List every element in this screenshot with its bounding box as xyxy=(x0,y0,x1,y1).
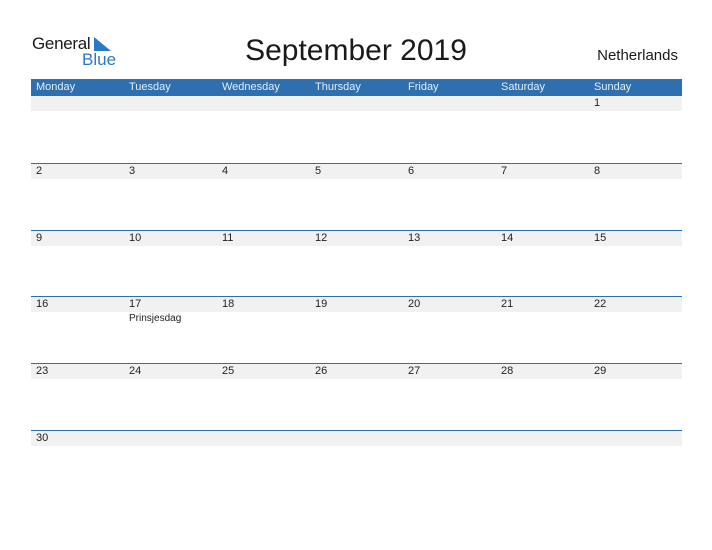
day-number[interactable] xyxy=(217,431,310,446)
day-number[interactable]: 11 xyxy=(217,231,310,246)
day-number[interactable]: 14 xyxy=(496,231,589,246)
weekday-label: Friday xyxy=(408,81,439,93)
day-number[interactable]: 19 xyxy=(310,297,403,312)
day-number[interactable]: 28 xyxy=(496,364,589,379)
day-number[interactable] xyxy=(496,96,589,111)
week-day-numbers: 2345678 xyxy=(31,164,682,179)
weekday-label: Tuesday xyxy=(129,81,171,93)
calendar-week: 1 xyxy=(31,96,682,111)
day-number[interactable]: 4 xyxy=(217,164,310,179)
day-number[interactable] xyxy=(403,96,496,111)
day-number[interactable]: 24 xyxy=(124,364,217,379)
day-number[interactable] xyxy=(31,96,124,111)
calendar-week: 2345678 xyxy=(31,163,682,179)
weekday-label: Thursday xyxy=(315,81,361,93)
day-number[interactable] xyxy=(589,431,682,446)
day-number[interactable] xyxy=(124,431,217,446)
day-number[interactable]: 27 xyxy=(403,364,496,379)
calendar-week: 9 10 11 12 13 14 15 xyxy=(31,230,682,246)
weekday-label: Sunday xyxy=(594,81,632,93)
day-event xyxy=(589,312,682,326)
day-number[interactable]: 8 xyxy=(589,164,682,179)
calendar-week: 30 xyxy=(31,430,682,446)
day-number[interactable]: 16 xyxy=(31,297,124,312)
weekday-label: Saturday xyxy=(501,81,546,93)
day-event xyxy=(403,312,496,326)
day-number[interactable]: 17 xyxy=(124,297,217,312)
week-day-numbers: 23 24 25 26 27 28 29 xyxy=(31,364,682,379)
day-number[interactable]: 23 xyxy=(31,364,124,379)
day-number[interactable]: 20 xyxy=(403,297,496,312)
day-number[interactable] xyxy=(124,96,217,111)
week-day-numbers: 16 17 18 19 20 21 22 xyxy=(31,297,682,312)
day-number[interactable]: 12 xyxy=(310,231,403,246)
day-number[interactable]: 6 xyxy=(403,164,496,179)
calendar-week: 16 17 18 19 20 21 22 Prinsjesdag xyxy=(31,296,682,326)
day-event xyxy=(496,312,589,326)
country-label: Netherlands xyxy=(597,47,678,64)
day-number[interactable]: 10 xyxy=(124,231,217,246)
weekday-label: Monday xyxy=(36,81,76,93)
week-day-numbers: 9 10 11 12 13 14 15 xyxy=(31,231,682,246)
week-day-numbers: 1 xyxy=(31,96,682,111)
day-number[interactable]: 1 xyxy=(589,96,682,111)
day-event xyxy=(310,312,403,326)
weekday-header: Monday Tuesday Wednesday Thursday Friday… xyxy=(31,79,682,96)
day-event xyxy=(217,312,310,326)
weekday-label: Wednesday xyxy=(222,81,280,93)
day-event: Prinsjesdag xyxy=(129,313,182,324)
day-number[interactable]: 13 xyxy=(403,231,496,246)
day-number[interactable]: 22 xyxy=(589,297,682,312)
week-day-numbers: 30 xyxy=(31,431,682,446)
day-number[interactable] xyxy=(217,96,310,111)
day-number[interactable]: 5 xyxy=(310,164,403,179)
day-number[interactable] xyxy=(310,96,403,111)
day-number[interactable]: 21 xyxy=(496,297,589,312)
day-event xyxy=(31,312,124,326)
day-number[interactable] xyxy=(310,431,403,446)
day-number[interactable] xyxy=(496,431,589,446)
week-events: Prinsjesdag xyxy=(31,312,682,326)
day-number[interactable]: 7 xyxy=(496,164,589,179)
day-number[interactable]: 2 xyxy=(31,164,124,179)
day-number[interactable] xyxy=(403,431,496,446)
calendar-week: 23 24 25 26 27 28 29 xyxy=(31,363,682,379)
day-number[interactable]: 30 xyxy=(31,431,124,446)
day-number[interactable]: 9 xyxy=(31,231,124,246)
day-number[interactable]: 3 xyxy=(124,164,217,179)
day-number[interactable]: 29 xyxy=(589,364,682,379)
day-number[interactable]: 26 xyxy=(310,364,403,379)
day-number[interactable]: 25 xyxy=(217,364,310,379)
day-number[interactable]: 18 xyxy=(217,297,310,312)
day-number[interactable]: 15 xyxy=(589,231,682,246)
